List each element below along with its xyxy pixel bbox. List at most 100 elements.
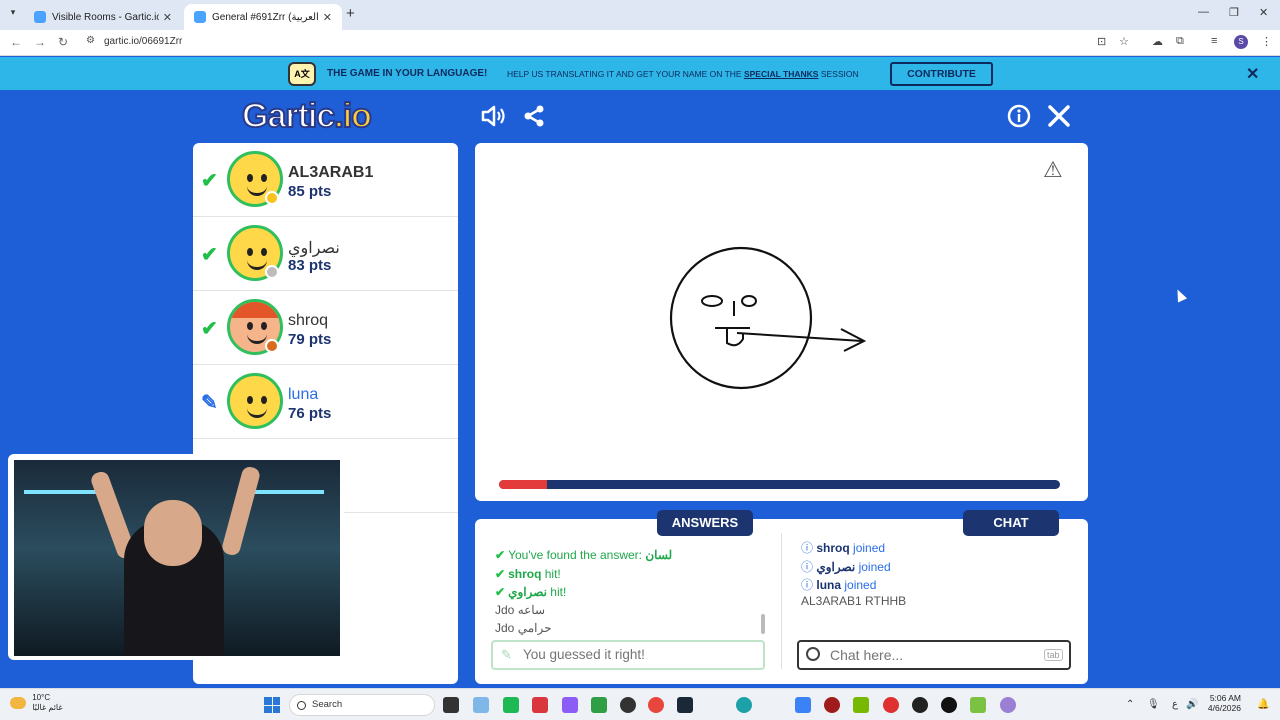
browser-tab-visible-rooms[interactable]: Visible Rooms - Gartic.io ✕ bbox=[24, 4, 182, 30]
round-timer-bar bbox=[499, 480, 1060, 489]
restore-icon[interactable]: ❐ bbox=[1229, 6, 1239, 19]
notification-bell-icon[interactable]: 🔔 bbox=[1257, 699, 1269, 710]
chat-message: AL3ARAB1 RTHHB bbox=[801, 594, 907, 608]
tab-title: Visible Rooms - Gartic.io bbox=[52, 11, 159, 23]
drawing-pencil-icon: ✎ bbox=[201, 392, 218, 414]
special-thanks-link[interactable]: SPECIAL THANKS bbox=[744, 69, 818, 79]
answer-guess-message: Jdo حرامي bbox=[495, 621, 552, 635]
player-name: AL3ARAB1 bbox=[288, 164, 374, 181]
app-icon[interactable] bbox=[473, 697, 489, 713]
language-indicator[interactable]: ع bbox=[1172, 699, 1178, 710]
windows-taskbar: 10°C غائم غالبًا Search ⌃ 🎙 ع 🔊 5:06 AM 4… bbox=[0, 688, 1280, 720]
drawing-canvas[interactable]: ⚠ bbox=[475, 143, 1088, 501]
pencil-icon: ✎ bbox=[501, 647, 512, 662]
player-points: 83 pts bbox=[288, 257, 332, 274]
exit-room-icon[interactable] bbox=[1047, 104, 1071, 134]
edge-icon[interactable] bbox=[736, 697, 752, 713]
start-windows-icon[interactable] bbox=[264, 697, 280, 713]
answer-hit-message: ✔ نصراوي hit! bbox=[495, 585, 567, 599]
tray-overflow-icon[interactable]: ⌃ bbox=[1126, 699, 1134, 710]
tab-key-hint: tab bbox=[1044, 649, 1063, 661]
app-icon[interactable] bbox=[795, 697, 811, 713]
share-icon[interactable] bbox=[522, 104, 546, 134]
gartic-logo[interactable]: Gartic.io bbox=[241, 96, 373, 136]
player-name: نصراوي bbox=[288, 240, 340, 257]
info-circle-icon: ⓘ bbox=[801, 541, 814, 555]
app-icon[interactable] bbox=[970, 697, 986, 713]
tab-title: General #691Zrr (العربية) - Gartic bbox=[212, 11, 319, 23]
webcam-overlay bbox=[8, 454, 344, 660]
avatar bbox=[227, 373, 283, 429]
player-name: luna bbox=[288, 386, 319, 403]
taskbar-search[interactable]: Search bbox=[289, 694, 435, 716]
forward-icon[interactable]: → bbox=[34, 35, 46, 49]
app-icon[interactable] bbox=[532, 697, 548, 713]
extensions-icon[interactable]: ⧉ bbox=[1176, 35, 1184, 48]
language-banner: A文 THE GAME IN YOUR LANGUAGE! HELP US TR… bbox=[0, 57, 1280, 90]
chat-field[interactable]: tab bbox=[797, 640, 1071, 670]
close-banner-icon[interactable]: ✕ bbox=[1246, 64, 1259, 84]
player-row[interactable]: ✔ shroq 79 pts bbox=[193, 291, 458, 365]
close-tab-icon[interactable]: ✕ bbox=[323, 11, 332, 24]
answer-input[interactable] bbox=[523, 647, 753, 662]
guessed-check-icon: ✔ bbox=[201, 170, 218, 192]
steam-icon[interactable] bbox=[677, 697, 693, 713]
answer-found-message: ✔ You've found the answer: لسان bbox=[495, 548, 673, 562]
player-row[interactable]: ✔ AL3ARAB1 85 pts bbox=[193, 143, 458, 217]
player-points: 76 pts bbox=[288, 405, 332, 422]
player-points: 79 pts bbox=[288, 331, 332, 348]
close-window-icon[interactable]: ✕ bbox=[1259, 6, 1268, 19]
minimize-icon[interactable]: — bbox=[1198, 6, 1209, 18]
info-circle-icon: ⓘ bbox=[801, 560, 814, 574]
answers-tab[interactable]: ANSWERS bbox=[657, 510, 753, 536]
app-icon[interactable] bbox=[883, 697, 899, 713]
answer-hit-message: ✔ shroq hit! bbox=[495, 567, 561, 581]
sound-icon[interactable] bbox=[480, 104, 506, 134]
back-icon[interactable]: ← bbox=[10, 35, 22, 49]
microphone-icon[interactable]: 🎙 bbox=[1147, 699, 1160, 710]
chat-join-message: ⓘ نصراوي joined bbox=[801, 560, 891, 574]
tab-list-dropdown-icon[interactable]: ▾ bbox=[6, 7, 20, 21]
app-icon[interactable] bbox=[824, 697, 840, 713]
install-app-icon[interactable]: ⊡ bbox=[1097, 35, 1106, 48]
reload-icon[interactable]: ↻ bbox=[58, 35, 68, 49]
chat-input[interactable] bbox=[830, 647, 1030, 663]
profile-avatar[interactable]: S bbox=[1234, 35, 1248, 49]
round-timer-fill bbox=[499, 480, 547, 489]
player-row[interactable]: ✎ luna 76 pts bbox=[193, 365, 458, 439]
taskbar-clock[interactable]: 5:06 AM 4/6/2026 bbox=[1205, 693, 1241, 713]
answer-field[interactable]: ✎ bbox=[491, 640, 765, 670]
app-icon[interactable] bbox=[941, 697, 957, 713]
browser-tab-general[interactable]: General #691Zrr (العربية) - Gartic ✕ bbox=[184, 4, 342, 30]
obs-icon[interactable] bbox=[620, 697, 636, 713]
media-controls-icon[interactable]: ≡ bbox=[1211, 35, 1217, 47]
bookmark-star-icon[interactable]: ☆ bbox=[1119, 35, 1129, 48]
app-icon[interactable] bbox=[1000, 697, 1016, 713]
banner-headline: THE GAME IN YOUR LANGUAGE! bbox=[327, 68, 488, 79]
weather-widget[interactable]: 10°C غائم غالبًا bbox=[10, 693, 63, 713]
status-dot bbox=[265, 191, 279, 205]
menu-dots-icon[interactable]: ⋮ bbox=[1261, 35, 1272, 48]
gartic-favicon-icon bbox=[194, 11, 206, 23]
task-view-icon[interactable] bbox=[443, 697, 459, 713]
site-info-icon[interactable]: ⚙ bbox=[86, 35, 95, 46]
new-tab-icon[interactable]: + bbox=[346, 5, 355, 22]
info-icon[interactable] bbox=[1007, 104, 1031, 134]
url-text[interactable]: gartic.io/06691Zrr bbox=[104, 36, 182, 47]
cloud-icon[interactable]: ☁ bbox=[1152, 35, 1163, 48]
xbox-icon[interactable] bbox=[591, 697, 607, 713]
answers-scrollbar[interactable] bbox=[761, 614, 765, 634]
chat-tab[interactable]: CHAT bbox=[963, 510, 1059, 536]
contribute-button[interactable]: CONTRIBUTE bbox=[890, 62, 993, 86]
webcam-video bbox=[14, 460, 340, 656]
discord-icon[interactable] bbox=[562, 697, 578, 713]
chat-join-message: ⓘ luna joined bbox=[801, 578, 877, 592]
browser-tabbar: ▾ Visible Rooms - Gartic.io ✕ General #6… bbox=[0, 0, 1280, 30]
chrome-icon[interactable] bbox=[648, 697, 664, 713]
app-icon[interactable] bbox=[503, 697, 519, 713]
nvidia-icon[interactable] bbox=[853, 697, 869, 713]
player-row[interactable]: ✔ نصراوي 83 pts bbox=[193, 217, 458, 291]
app-icon[interactable] bbox=[912, 697, 928, 713]
volume-icon[interactable]: 🔊 bbox=[1186, 699, 1198, 710]
close-tab-icon[interactable]: ✕ bbox=[163, 11, 172, 24]
